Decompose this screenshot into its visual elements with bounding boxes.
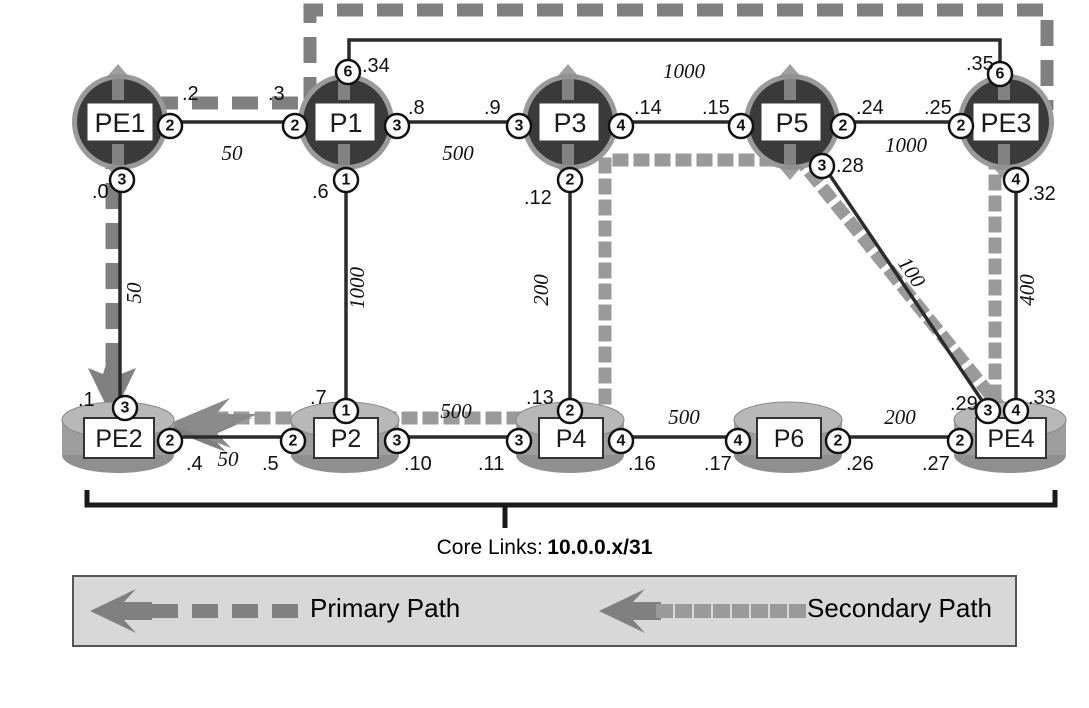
link-p5-pe4 [821, 164, 987, 406]
core-links-caption: Core Links: 10.0.0.x/31 [0, 536, 1089, 560]
port-p1-3-num: 3 [393, 118, 402, 135]
addr-p6-pe4-a: .26 [846, 453, 874, 475]
port-p3-2-num: 2 [566, 172, 575, 189]
addr-p1-p3-a: .8 [408, 97, 425, 119]
port-pe3-4-num: 4 [1012, 172, 1021, 189]
metric-p5-pe3: 1000 [885, 133, 928, 157]
legend-primary-label: Primary Path [310, 593, 461, 623]
port-p6-4-num: 4 [734, 433, 743, 450]
port-p2-3-num: 3 [393, 433, 402, 450]
addr-p2-p4-a: .10 [404, 453, 432, 475]
legend-panel: Primary Path Secondary Path [72, 575, 1017, 647]
node-pe1-label: PE1 [94, 108, 145, 138]
node-p2-label: P2 [331, 425, 362, 453]
port-p6-2-num: 2 [834, 433, 843, 450]
metric-p3-p4: 200 [529, 274, 553, 306]
node-p1-label: P1 [329, 108, 362, 138]
port-p5-2-num: 2 [839, 118, 848, 135]
legend-primary-arrow-icon [90, 589, 152, 633]
port-pe4-3-num: 3 [984, 403, 993, 420]
addr-p1-p2-b: .7 [310, 387, 327, 409]
port-pe4-2-num: 2 [956, 433, 965, 450]
port-p2-1-num: 1 [342, 403, 351, 420]
port-p3-4-num: 4 [617, 118, 626, 135]
metric-p1-p2: 1000 [345, 267, 369, 310]
port-pe3-2-num: 2 [957, 118, 966, 135]
port-pe4-4-num: 4 [1012, 403, 1021, 420]
node-pe4-label: PE4 [987, 425, 1034, 453]
addr-pe3-pe4-a: .32 [1028, 183, 1056, 205]
addr-pe3-pe4-b: .33 [1028, 387, 1056, 409]
addr-p5-pe4-a: .28 [836, 155, 864, 177]
metric-p5-pe4: 100 [893, 252, 931, 292]
addr-p5-pe4-b: .29 [950, 393, 978, 415]
secondary-seg-p5-pe4 [790, 150, 1010, 417]
port-p4-4-num: 4 [617, 433, 626, 450]
metric-p3-p5: 1000 [663, 59, 706, 83]
metric-pe1-p1: 50 [222, 141, 244, 165]
node-pe2-label: PE2 [95, 425, 142, 453]
node-pe1[interactable]: PE1 [72, 64, 168, 180]
addr-p1-p2-a: .6 [312, 181, 329, 203]
port-p4-3-num: 3 [515, 433, 524, 450]
addr-p3-p5-b: .15 [702, 97, 730, 119]
port-pe3-6-num: 6 [996, 66, 1005, 83]
addr-p1-pe3-b: .35 [966, 53, 994, 75]
port-pe1-2-num: 2 [166, 118, 175, 135]
node-p6-label: P6 [774, 425, 805, 453]
node-p4-label: P4 [556, 425, 587, 453]
legend-secondary-label: Secondary Path [807, 593, 993, 623]
node-p5-label: P5 [775, 108, 808, 138]
port-pe2-2-num: 2 [166, 433, 175, 450]
addr-p3-p5-a: .14 [634, 97, 662, 119]
legend-secondary-arrow-icon [599, 589, 661, 633]
core-links-label: Core Links: [436, 536, 543, 559]
addr-pe2-p2-b: .5 [262, 453, 279, 475]
metric-pe2-p2: 50 [218, 447, 240, 471]
addr-p5-pe3-b: .25 [924, 97, 952, 119]
node-pe3-label: PE3 [980, 108, 1031, 138]
metric-p1-p3: 500 [442, 141, 474, 165]
node-p3-label: P3 [553, 108, 586, 138]
metric-pe3-pe4: 400 [1015, 274, 1039, 306]
port-p1-1-num: 1 [342, 172, 351, 189]
addr-pe1-pe2-b: .1 [78, 389, 95, 411]
port-pe1-3-num: 3 [118, 172, 127, 189]
addr-p4-p6-b: .17 [704, 453, 732, 475]
addr-p4-p6-a: .16 [628, 453, 656, 475]
addr-p3-p4-b: .13 [526, 387, 554, 409]
port-pe2-3-num: 3 [121, 400, 130, 417]
metric-p2-p4: 500 [440, 399, 472, 423]
addr-p2-p4-b: .11 [478, 453, 504, 475]
secondary-seg-p5-p4-corner [598, 153, 797, 425]
port-p4-2-num: 2 [566, 403, 575, 420]
metric-p4-p6: 500 [668, 405, 700, 429]
addr-pe1-p1-b: .3 [268, 83, 285, 105]
addr-p3-p4-a: .12 [524, 187, 552, 209]
addr-p6-pe4-b: .27 [922, 453, 950, 475]
core-links-bracket [84, 490, 1058, 528]
port-p3-3-num: 3 [515, 118, 524, 135]
port-p1-6-num: 6 [344, 64, 353, 81]
port-p5-4-num: 4 [737, 118, 746, 135]
addr-pe1-p1-a: .2 [182, 83, 199, 105]
network-diagram-canvas: PE1 P1 P3 P5 PE3 PE2 P2 P4 P6 PE4 2 2 3 … [0, 0, 1089, 708]
addr-p1-pe3-a: .34 [362, 55, 390, 77]
metric-pe1-pe2: 50 [122, 282, 146, 304]
addr-p5-pe3-a: .24 [856, 97, 884, 119]
addr-pe2-p2-a: .4 [186, 453, 203, 475]
addr-p1-p3-b: .9 [484, 97, 501, 119]
core-links-value: 10.0.0.x/31 [547, 536, 653, 559]
port-p5-3-num: 3 [818, 158, 827, 175]
port-p1-2-num: 2 [291, 118, 300, 135]
port-p2-2-num: 2 [289, 433, 298, 450]
primary-path-overlay [105, 3, 1054, 378]
metric-p6-pe4: 200 [884, 405, 916, 429]
addr-pe1-pe2-a: .0 [92, 181, 109, 203]
